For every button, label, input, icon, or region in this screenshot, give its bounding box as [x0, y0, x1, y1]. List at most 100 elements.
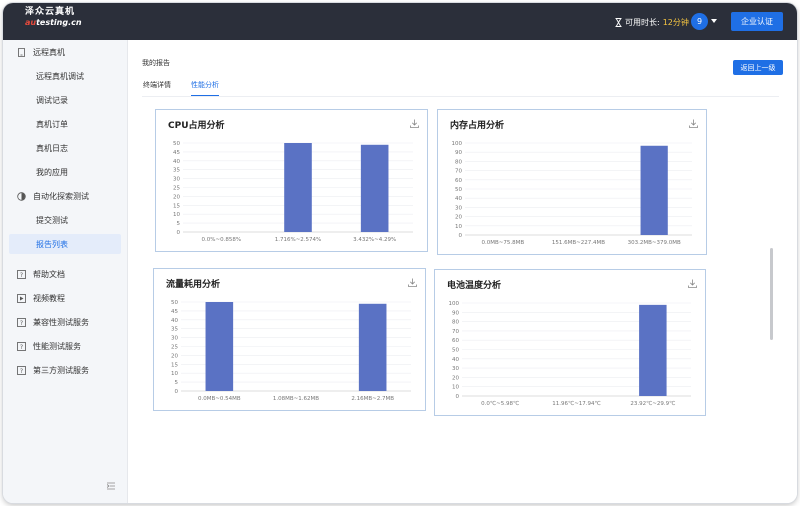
x-tick-label: 1.08MB~1.62MB	[273, 396, 319, 402]
y-tick-label: 5	[175, 380, 179, 386]
chart-plot: 0 5 10 15 20 25 30 35 40 45 50 0.0MB~0.54MB 1.08MB~1…	[171, 300, 411, 402]
logo-domain-accent: au	[25, 18, 37, 27]
y-tick-label: 5	[177, 221, 181, 227]
y-tick-label: 35	[171, 327, 178, 333]
y-tick-label: 50	[171, 300, 178, 306]
svg-text:?: ?	[20, 344, 23, 351]
chevron-down-icon[interactable]	[711, 19, 717, 23]
y-tick-label: 20	[452, 375, 459, 381]
sidebar-item-label: 远程真机调试	[36, 71, 84, 81]
y-tick-label: 10	[455, 224, 462, 230]
user-avatar[interactable]: 9	[691, 13, 708, 30]
bar[interactable]	[205, 302, 234, 391]
sidebar-item-2[interactable]: 调试记录	[9, 90, 121, 110]
sidebar-item-label: 性能测试服务	[33, 341, 81, 351]
y-tick-label: 40	[171, 318, 178, 324]
x-tick-label: 151.6MB~227.4MB	[552, 240, 605, 246]
y-tick-label: 80	[455, 159, 462, 165]
logo[interactable]: 泽众云真机 autesting.cn	[25, 8, 82, 27]
timer-label: 可用时长:	[625, 18, 660, 27]
help-icon: ?	[17, 269, 26, 279]
y-tick-label: 40	[455, 196, 462, 202]
help-icon: ?	[17, 365, 26, 375]
enterprise-auth-button[interactable]: 企业认证	[731, 12, 783, 31]
hourglass-icon	[615, 18, 622, 27]
tab-performance-analysis[interactable]: 性能分析	[191, 80, 219, 96]
y-tick-label: 60	[452, 338, 459, 344]
svg-text:?: ?	[20, 368, 23, 375]
sidebar-item-label: 远程真机	[33, 47, 65, 57]
sidebar-item-0[interactable]: 远程真机	[9, 42, 121, 62]
y-tick-label: 15	[171, 362, 178, 368]
scrollbar[interactable]	[770, 248, 773, 340]
sidebar-item-3[interactable]: 真机订单	[9, 114, 121, 134]
explore-icon	[17, 191, 26, 201]
timer-value: 12分钟	[662, 18, 689, 27]
sidebar: 远程真机远程真机调试 调试记录真机订单真机日志我的应用自动化探索测试 提交测试报告列…	[3, 40, 128, 503]
y-tick-label: 10	[171, 371, 178, 377]
y-tick-label: 60	[455, 178, 462, 184]
svg-text:?: ?	[20, 272, 23, 279]
sidebar-item-label: 帮助文档	[33, 269, 65, 279]
sidebar-item-label: 真机日志	[36, 143, 68, 153]
y-tick-label: 10	[173, 212, 180, 218]
tab-terminal-details[interactable]: 终端详情	[143, 80, 171, 95]
sidebar-item-label: 自动化探索测试	[33, 191, 89, 201]
sidebar-item-10[interactable]: 视频教程	[9, 288, 121, 308]
x-tick-label: 0.0℃~5.98℃	[481, 400, 519, 407]
y-tick-label: 15	[173, 203, 180, 209]
chart-card-cpu: CPU占用分析 0 5 10 15 20 25 30 35 40 45 50 0.0%~0.858% 1.…	[155, 109, 428, 252]
sidebar-item-label: 提交测试	[36, 215, 68, 225]
logo-domain: autesting.cn	[25, 19, 82, 27]
tab-divider	[142, 96, 779, 97]
y-tick-label: 25	[173, 186, 180, 192]
sidebar-item-label: 调试记录	[36, 95, 68, 105]
breadcrumb: 我的报告	[142, 59, 170, 67]
sidebar-item-1[interactable]: 远程真机调试	[9, 66, 121, 86]
y-tick-label: 10	[452, 385, 459, 391]
sidebar-item-13[interactable]: ? 第三方测试服务	[9, 360, 121, 380]
sidebar-item-11[interactable]: ? 兼容性测试服务	[9, 312, 121, 332]
y-tick-label: 40	[452, 357, 459, 363]
app-window: 泽众云真机 autesting.cn 可用时长: 12分钟 9 企业认证 远程真…	[3, 3, 797, 503]
sidebar-item-12[interactable]: ? 性能测试服务	[9, 336, 121, 356]
y-tick-label: 50	[452, 348, 459, 354]
y-tick-label: 45	[171, 309, 178, 315]
y-tick-label: 90	[455, 150, 462, 156]
collapse-menu-icon[interactable]	[107, 482, 115, 490]
sidebar-item-9[interactable]: ? 帮助文档	[9, 264, 121, 284]
sidebar-item-8[interactable]: 报告列表	[9, 234, 121, 254]
bar[interactable]	[358, 303, 387, 391]
y-tick-label: 40	[173, 159, 180, 165]
y-tick-label: 70	[455, 169, 462, 175]
y-tick-label: 20	[171, 353, 178, 359]
chart-card-traffic: 流量耗用分析 0 5 10 15 20 25 30 35 40 45 50 0.0MB~0.54MB 1.…	[153, 268, 426, 411]
sidebar-item-label: 兼容性测试服务	[33, 317, 89, 327]
y-tick-label: 25	[171, 345, 178, 351]
y-tick-label: 30	[455, 205, 462, 211]
bar[interactable]	[640, 145, 668, 235]
sidebar-item-label: 第三方测试服务	[33, 365, 89, 375]
sidebar-item-6[interactable]: 自动化探索测试	[9, 186, 121, 206]
x-tick-label: 0.0MB~0.54MB	[198, 396, 241, 402]
x-tick-label: 0.0%~0.858%	[202, 237, 242, 243]
sidebar-item-5[interactable]: 我的应用	[9, 162, 121, 182]
y-tick-label: 70	[452, 329, 459, 335]
sidebar-item-label: 我的应用	[36, 167, 68, 177]
sidebar-item-7[interactable]: 提交测试	[9, 210, 121, 230]
bar[interactable]	[639, 304, 667, 396]
chart-card-battery-temp: 电池温度分析 0 10 20 30 40 50 60 70 80 90 100 0.0℃~5.98℃ 11…	[434, 269, 706, 416]
logo-title: 泽众云真机	[25, 7, 76, 17]
chart-plot: 0 10 20 30 40 50 60 70 80 90 100 0.0MB~75.8MB 151.6M…	[452, 141, 692, 246]
back-button[interactable]: 返回上一级	[733, 60, 783, 75]
phone-icon	[17, 47, 26, 57]
bar[interactable]	[284, 143, 312, 232]
x-tick-label: 0.0MB~75.8MB	[482, 240, 525, 246]
sidebar-item-4[interactable]: 真机日志	[9, 138, 121, 158]
y-tick-label: 90	[452, 310, 459, 316]
bar[interactable]	[360, 144, 389, 232]
x-tick-label: 23.92℃~29.9℃	[630, 400, 675, 407]
y-tick-label: 20	[173, 194, 180, 200]
y-tick-label: 45	[173, 150, 180, 156]
sidebar-item-label: 视频教程	[33, 293, 65, 303]
